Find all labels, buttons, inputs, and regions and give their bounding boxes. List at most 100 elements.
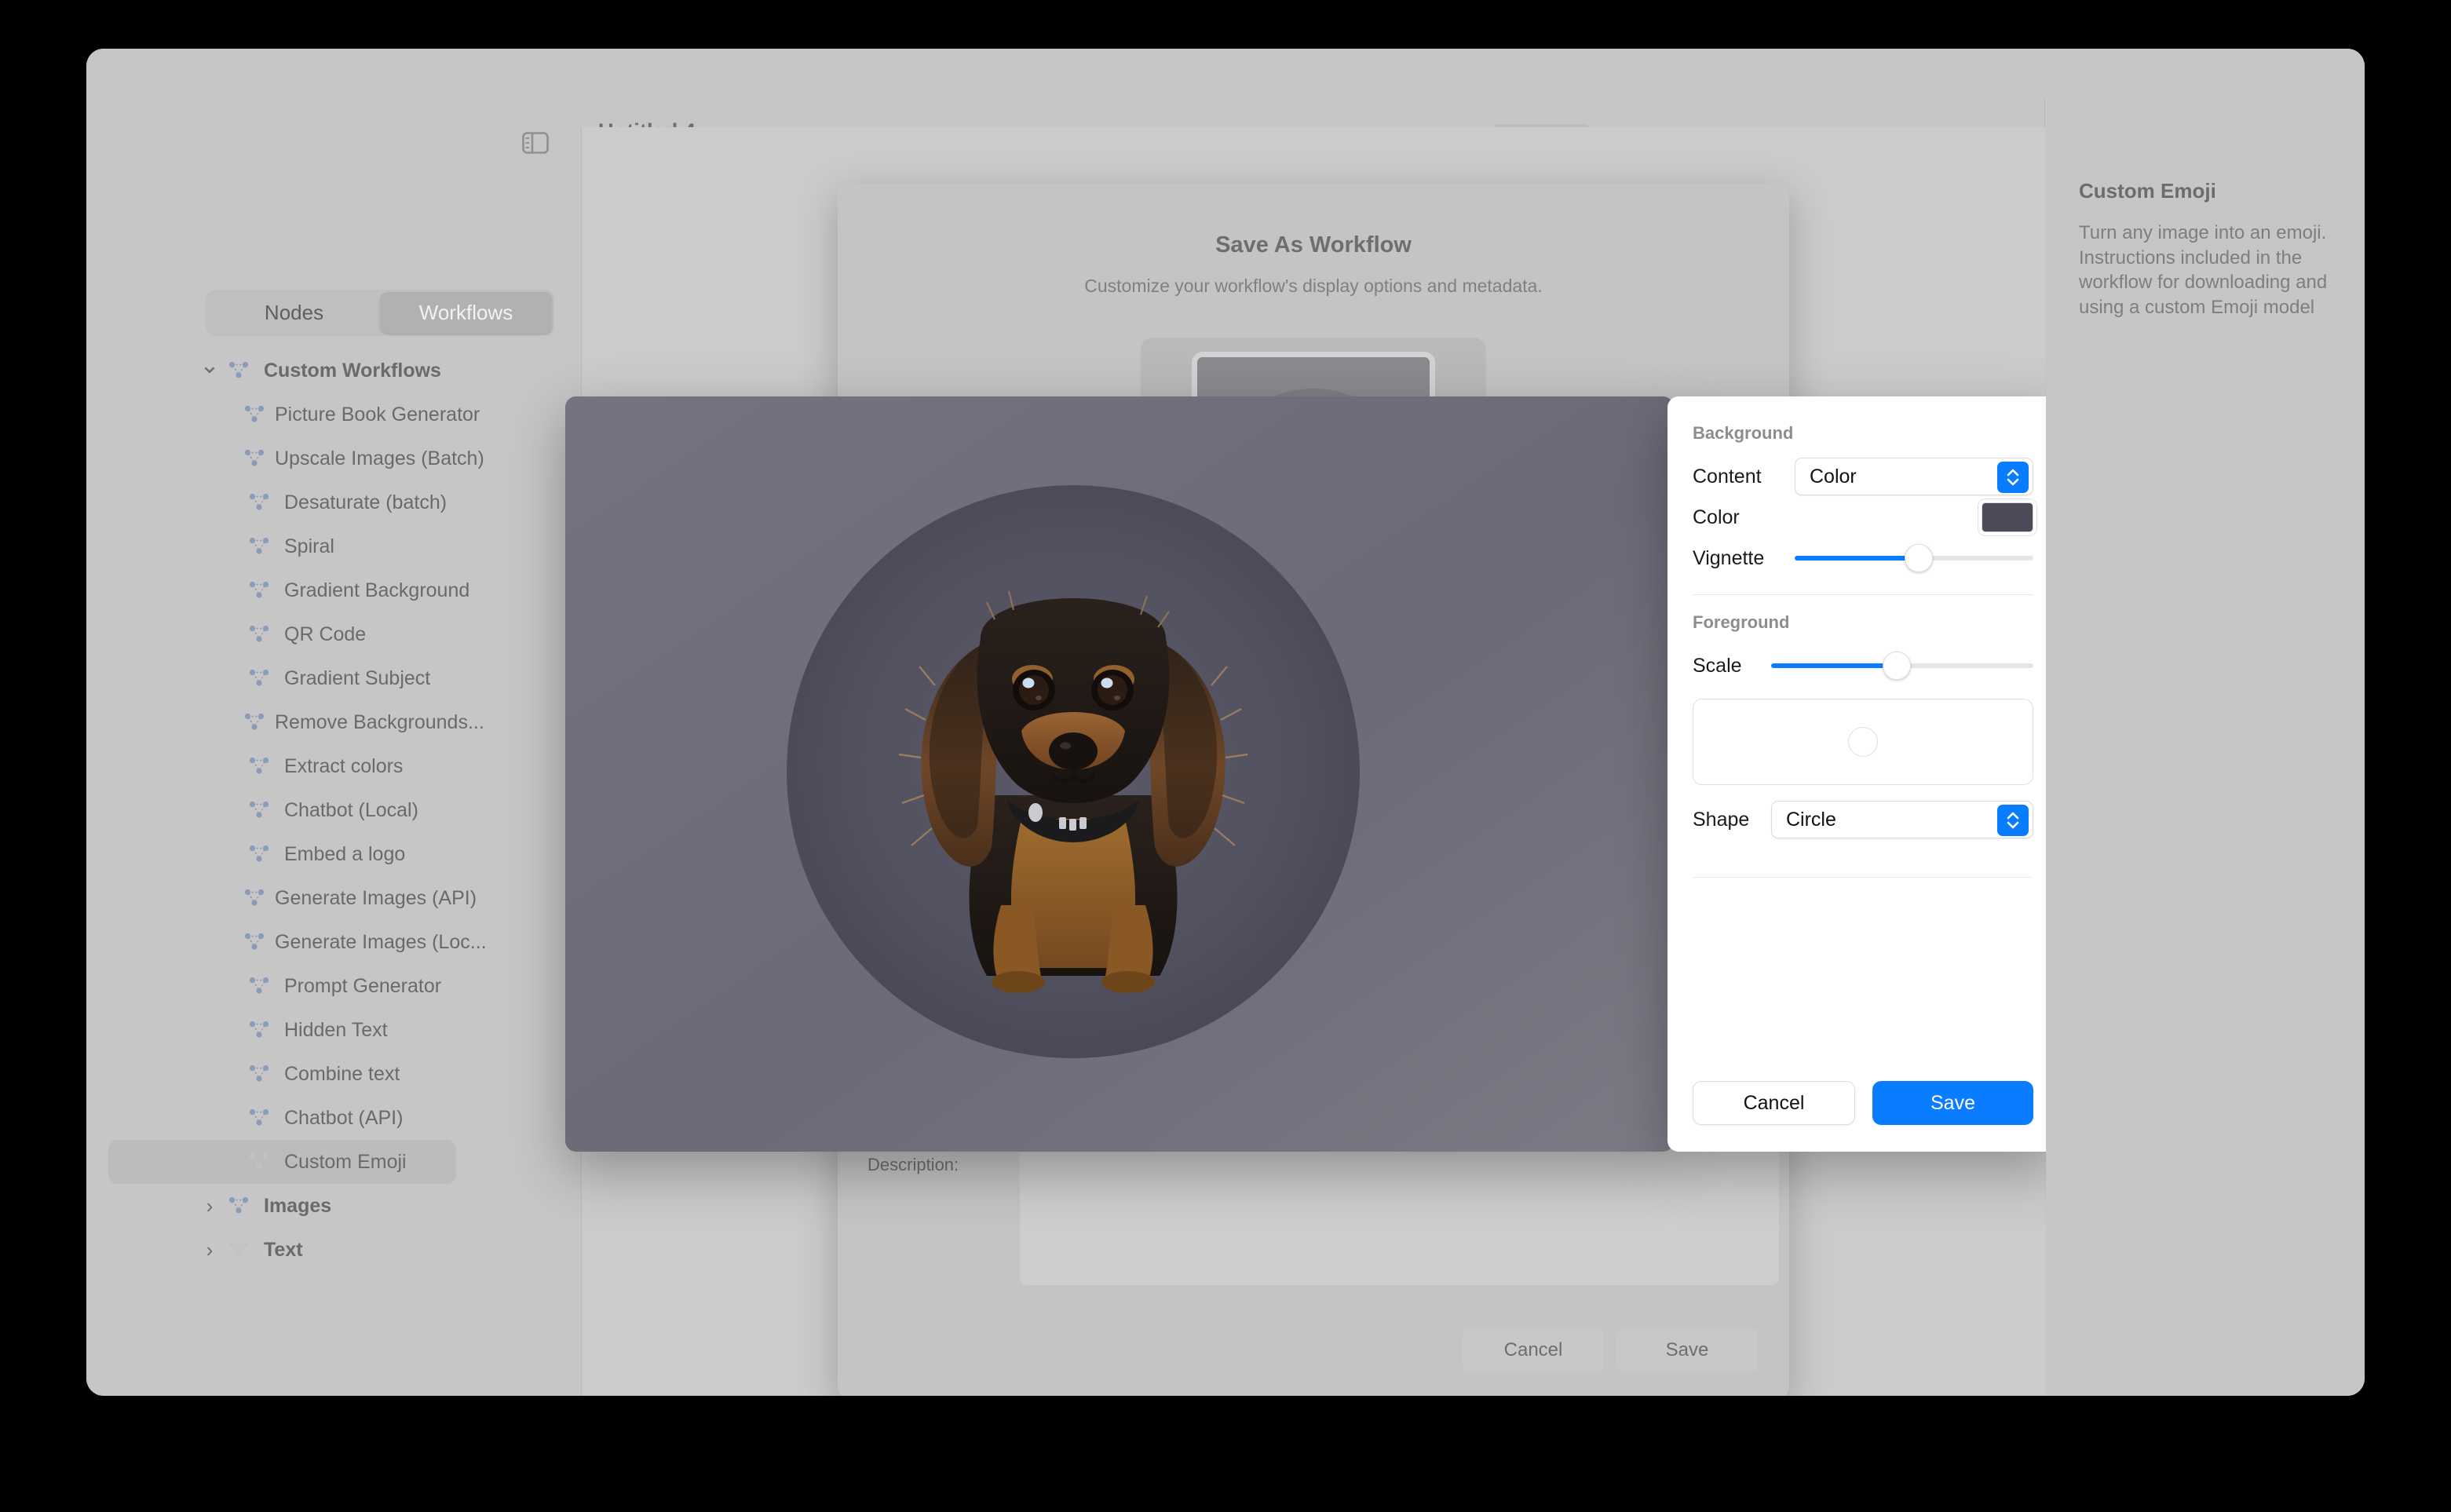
sidebar-item-label: Upscale Images (Batch) <box>275 447 484 470</box>
sidebar-item-label: Gradient Subject <box>284 667 430 690</box>
workflow-node-icon <box>243 624 275 645</box>
sidebar-item-upscale-images-batch[interactable]: Upscale Images (Batch) <box>86 436 475 480</box>
emoji-options-popover: Background Content Color Color Vignette <box>1667 396 2060 1152</box>
sidebar-item-gradient-subject[interactable]: Gradient Subject <box>86 656 475 700</box>
sidebar-item-generate-images-loc[interactable]: Generate Images (Loc... <box>86 920 475 964</box>
workflow-group-label: Text <box>264 1239 303 1262</box>
workflow-node-icon <box>243 536 275 557</box>
sidebar-item-remove-backgrounds[interactable]: Remove Backgrounds... <box>86 700 475 744</box>
sidebar-item-chatbot-local[interactable]: Chatbot (Local) <box>86 788 475 832</box>
sidebar-segmented-control[interactable]: Nodes Workflows <box>206 290 554 336</box>
shape-row: Shape Circle <box>1693 799 2033 840</box>
workflow-node-icon <box>243 448 265 469</box>
sidebar-item-label: Prompt Generator <box>284 975 441 998</box>
sidebar-item-label: Embed a logo <box>284 843 405 866</box>
workflow-node-icon <box>243 1108 275 1128</box>
scale-label: Scale <box>1693 655 1771 677</box>
sidebar-item-combine-text[interactable]: Combine text <box>86 1052 475 1096</box>
workflow-tree: ⌄ Custom Workflows Picture Book GeneratorU… <box>86 349 475 1272</box>
popover-save-button[interactable]: Save <box>1872 1081 2033 1125</box>
sidebar-item-label: Chatbot (Local) <box>284 799 418 822</box>
emoji-preview[interactable] <box>565 396 1674 1152</box>
vignette-slider[interactable] <box>1795 542 2033 574</box>
screen: Untitled 4 Odyssey Docume… — Edited 15% <box>0 0 2451 1512</box>
sidebar-item-label: Extract colors <box>284 755 403 778</box>
dog-preview-image <box>565 396 1674 1152</box>
sidebar-item-label: QR Code <box>284 623 366 646</box>
workflow-group-custom-workflows[interactable]: ⌄ Custom Workflows <box>86 349 475 393</box>
workflow-group-label: Images <box>264 1195 331 1218</box>
tab-workflows[interactable]: Workflows <box>380 292 552 334</box>
vignette-knob[interactable] <box>1905 544 1933 572</box>
sidebar-item-spiral[interactable]: Spiral <box>86 524 475 568</box>
sidebar-item-label: Generate Images (API) <box>275 887 477 910</box>
workflow-node-icon <box>243 668 275 688</box>
sidebar-item-picture-book-generator[interactable]: Picture Book Generator <box>86 393 475 436</box>
popover-rule <box>1693 877 2033 878</box>
app-window: Untitled 4 Odyssey Docume… — Edited 15% <box>86 49 2365 1396</box>
left-sidebar: Nodes Workflows ⌄Custom WorkflowsPicture… <box>86 127 475 1396</box>
background-section-label: Background <box>1693 423 2033 444</box>
dialog-subtitle: Customize your workflow's display option… <box>838 276 1789 297</box>
workflow-node-icon <box>243 756 275 776</box>
chevron-right-icon[interactable]: › <box>196 1238 223 1262</box>
description-label: Description: <box>868 1155 959 1175</box>
vignette-row: Vignette <box>1693 538 2033 579</box>
workflow-node-icon <box>243 1152 275 1172</box>
sidebar-item-chatbot-api[interactable]: Chatbot (API) <box>86 1096 475 1140</box>
scale-fill <box>1771 663 1897 668</box>
workflow-node-icon <box>223 1196 254 1216</box>
sidebar-item-hidden-text[interactable]: Hidden Text <box>86 1008 475 1052</box>
dialog-cancel-button[interactable]: Cancel <box>1463 1328 1604 1372</box>
workflow-node-icon <box>243 844 275 864</box>
sidebar-item-custom-emoji[interactable]: Custom Emoji <box>108 1140 456 1184</box>
sidebar-item-desaturate-batch[interactable]: Desaturate (batch) <box>86 480 475 524</box>
offset-handle[interactable] <box>1848 727 1878 757</box>
sidebar-item-label: Desaturate (batch) <box>284 491 447 514</box>
sidebar-item-label: Picture Book Generator <box>275 404 480 426</box>
sidebar-item-gradient-background[interactable]: Gradient Background <box>86 568 475 612</box>
chevron-right-icon[interactable]: › <box>196 1194 223 1218</box>
color-row: Color <box>1693 497 2033 538</box>
shape-select[interactable]: Circle <box>1771 801 2033 838</box>
sidebar-item-label: Combine text <box>284 1063 400 1086</box>
sidebar-item-extract-colors[interactable]: Extract colors <box>86 744 475 788</box>
inspector-description: Turn any image into an emoji. Instructio… <box>2079 221 2333 320</box>
vignette-fill <box>1795 556 1919 561</box>
workflow-node-icon <box>243 932 265 952</box>
vignette-label: Vignette <box>1693 547 1795 570</box>
inspector-title: Custom Emoji <box>2079 179 2333 203</box>
workflow-node-icon <box>223 1240 254 1260</box>
sidebar-item-generate-images-api[interactable]: Generate Images (API) <box>86 876 475 920</box>
scale-knob[interactable] <box>1883 652 1911 680</box>
content-row: Content Color <box>1693 456 2033 497</box>
color-label: Color <box>1693 506 1740 529</box>
chevron-updown-icon[interactable] <box>1997 805 2029 836</box>
popover-cancel-button[interactable]: Cancel <box>1693 1081 1855 1125</box>
description-input[interactable] <box>1020 1148 1779 1285</box>
chevron-down-icon[interactable]: ⌄ <box>196 366 223 375</box>
offset-pad[interactable] <box>1693 699 2033 785</box>
dialog-save-button[interactable]: Save <box>1616 1328 1758 1372</box>
chevron-updown-icon[interactable] <box>1997 462 2029 493</box>
workflow-group-text[interactable]: › Text <box>86 1228 475 1272</box>
shape-label: Shape <box>1693 809 1771 831</box>
workflow-node-icon <box>243 800 275 820</box>
scale-slider[interactable] <box>1771 650 2033 681</box>
workflow-node-icon <box>243 1064 275 1084</box>
sidebar-toggle-icon[interactable] <box>522 132 549 154</box>
workflow-group-images[interactable]: › Images <box>86 1184 475 1228</box>
workflow-node-icon <box>243 976 275 996</box>
content-select[interactable]: Color <box>1795 458 2033 495</box>
sidebar-item-label: Remove Backgrounds... <box>275 711 484 734</box>
tab-nodes[interactable]: Nodes <box>208 292 380 334</box>
color-swatch[interactable] <box>1982 502 2033 532</box>
sidebar-item-embed-a-logo[interactable]: Embed a logo <box>86 832 475 876</box>
workflow-node-icon <box>243 492 275 513</box>
popover-buttons: Cancel Save <box>1693 1081 2033 1125</box>
sidebar-item-prompt-generator[interactable]: Prompt Generator <box>86 964 475 1008</box>
sidebar-item-qr-code[interactable]: QR Code <box>86 612 475 656</box>
right-inspector: Custom Emoji Turn any image into an emoj… <box>2046 127 2365 1396</box>
workflow-group-label: Custom Workflows <box>264 360 441 382</box>
dialog-buttons: Cancel Save <box>1463 1328 1758 1372</box>
